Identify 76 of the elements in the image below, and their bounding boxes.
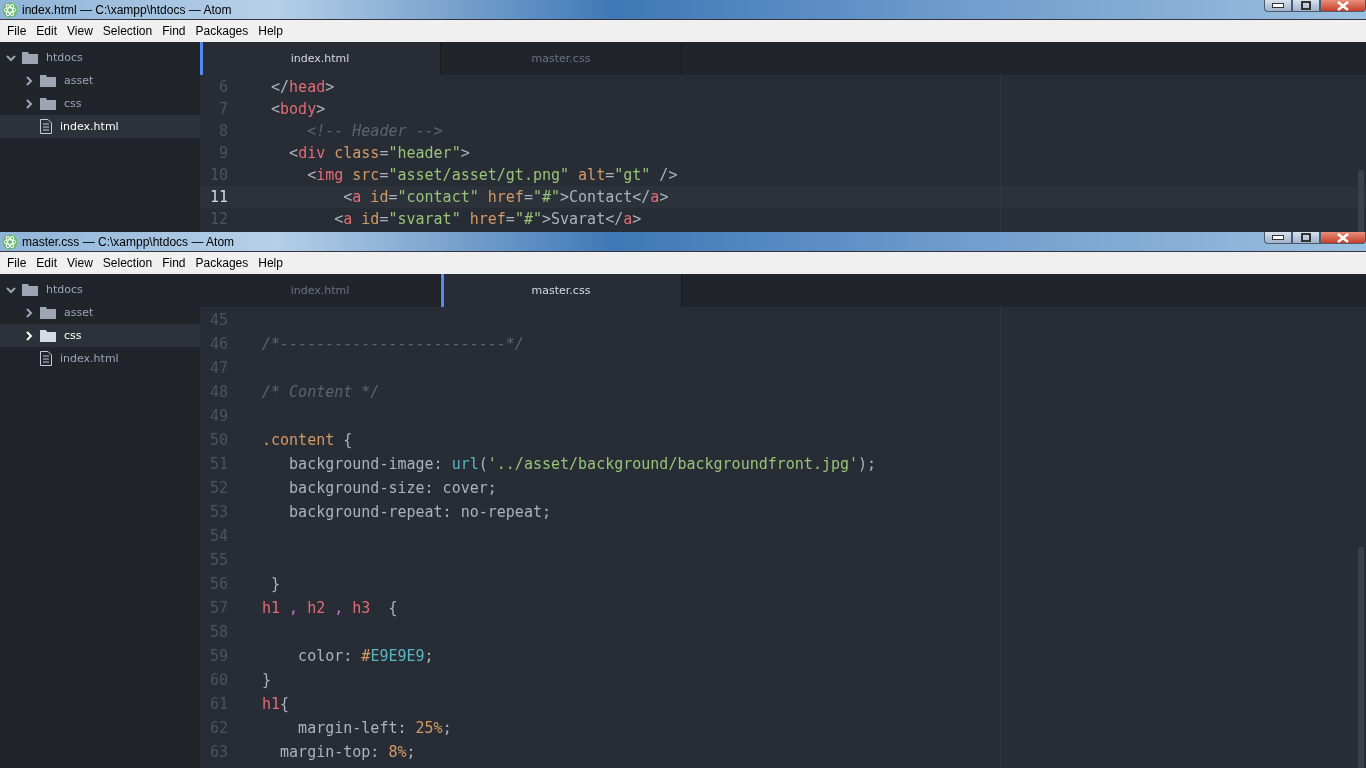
close-icon bbox=[1337, 232, 1349, 243]
folder-icon bbox=[22, 283, 38, 296]
file-icon bbox=[40, 119, 52, 134]
code-line: <a id="svarat" href="#">Svarat</a> bbox=[333, 210, 642, 228]
chevron-icon bbox=[24, 75, 34, 86]
code-line: <body> bbox=[270, 100, 326, 118]
code-line: } bbox=[262, 671, 272, 689]
maximize-icon bbox=[1301, 233, 1311, 242]
code-line: background-size: cover; bbox=[288, 479, 497, 497]
editor-tab[interactable]: index.html bbox=[200, 42, 441, 75]
close-button[interactable] bbox=[1320, 0, 1366, 12]
chevron-icon bbox=[24, 98, 34, 109]
file-icon bbox=[40, 351, 52, 366]
folder-icon bbox=[40, 97, 56, 110]
menu-item[interactable]: View bbox=[62, 24, 98, 38]
line-number: 11 bbox=[208, 188, 228, 206]
window-title: master.css — C:\xampp\htdocs — Atom bbox=[22, 234, 235, 249]
menu-item[interactable]: Selection bbox=[97, 256, 158, 270]
code-line: .content { bbox=[262, 431, 353, 449]
code-line: margin-top: 8%; bbox=[279, 743, 416, 761]
maximize-button[interactable] bbox=[1292, 0, 1320, 12]
tree-item[interactable]: index.html bbox=[0, 347, 200, 370]
tree-item[interactable]: css bbox=[0, 92, 200, 115]
folder-icon bbox=[22, 51, 38, 64]
atom-icon bbox=[2, 233, 18, 250]
minimize-icon bbox=[1272, 235, 1284, 240]
menu-item[interactable]: Help bbox=[253, 24, 288, 38]
maximize-button[interactable] bbox=[1292, 232, 1320, 244]
code-line: /*-------------------------*/ bbox=[262, 335, 524, 353]
minimize-button[interactable] bbox=[1264, 0, 1292, 12]
atom-icon bbox=[2, 1, 18, 18]
minimize-button[interactable] bbox=[1264, 232, 1292, 244]
code-line: color: #E9E9E9; bbox=[297, 647, 434, 665]
menu-item[interactable]: Edit bbox=[31, 24, 63, 38]
code-line: /* Content */ bbox=[262, 383, 380, 401]
tree-item[interactable]: index.html bbox=[0, 115, 200, 138]
code-line: h1 , h2 , h3 { bbox=[262, 599, 398, 617]
menu-item[interactable]: File bbox=[2, 24, 32, 38]
menu-item[interactable]: Find bbox=[157, 256, 191, 270]
minimize-icon bbox=[1272, 3, 1284, 8]
menu-item[interactable]: View bbox=[62, 256, 98, 270]
menu-item[interactable]: Help bbox=[253, 256, 288, 270]
code-line: } bbox=[270, 575, 281, 593]
chevron-icon bbox=[6, 284, 16, 295]
chevron-icon bbox=[24, 330, 34, 341]
tree-item[interactable]: asset bbox=[0, 301, 200, 324]
folder-icon bbox=[40, 329, 56, 342]
menu-item[interactable]: Selection bbox=[97, 24, 158, 38]
folder-icon bbox=[40, 306, 56, 319]
menu-item[interactable]: Edit bbox=[31, 256, 63, 270]
close-icon bbox=[1337, 0, 1349, 11]
close-button[interactable] bbox=[1320, 232, 1366, 244]
code-line: background-image: url('../asset/background/backgroundfront.jpg'); bbox=[288, 455, 877, 473]
menu-item[interactable]: Packages bbox=[190, 256, 254, 270]
menu-item[interactable]: Find bbox=[157, 24, 191, 38]
code-line: margin-left: 25%; bbox=[297, 719, 452, 737]
editor-tab[interactable]: master.css bbox=[441, 274, 682, 307]
code-line: h1{ bbox=[262, 695, 290, 713]
tree-item[interactable]: htdocs bbox=[0, 46, 200, 69]
code-line: <a id="contact" href="#">Contact</a> bbox=[342, 188, 669, 206]
chevron-icon bbox=[24, 307, 34, 318]
code-line: <div class="header"> bbox=[288, 144, 470, 162]
tree-item[interactable]: css bbox=[0, 324, 200, 347]
scrollbar-thumb[interactable] bbox=[1358, 170, 1364, 232]
code-line: <!-- Header --> bbox=[306, 122, 443, 140]
code-line: </head> bbox=[270, 78, 335, 96]
menu-item[interactable]: Packages bbox=[190, 24, 254, 38]
folder-icon bbox=[40, 74, 56, 87]
window-title: index.html — C:\xampp\htdocs — Atom bbox=[22, 2, 232, 17]
code-line: <img src="asset/asset/gt.png" alt="gt" /> bbox=[306, 166, 678, 184]
code-line: background-repeat: no-repeat; bbox=[288, 503, 551, 521]
menu-item[interactable]: File bbox=[2, 256, 32, 270]
maximize-icon bbox=[1301, 1, 1311, 10]
tree-item[interactable]: asset bbox=[0, 69, 200, 92]
tree-item[interactable]: htdocs bbox=[0, 278, 200, 301]
chevron-icon bbox=[6, 52, 16, 63]
